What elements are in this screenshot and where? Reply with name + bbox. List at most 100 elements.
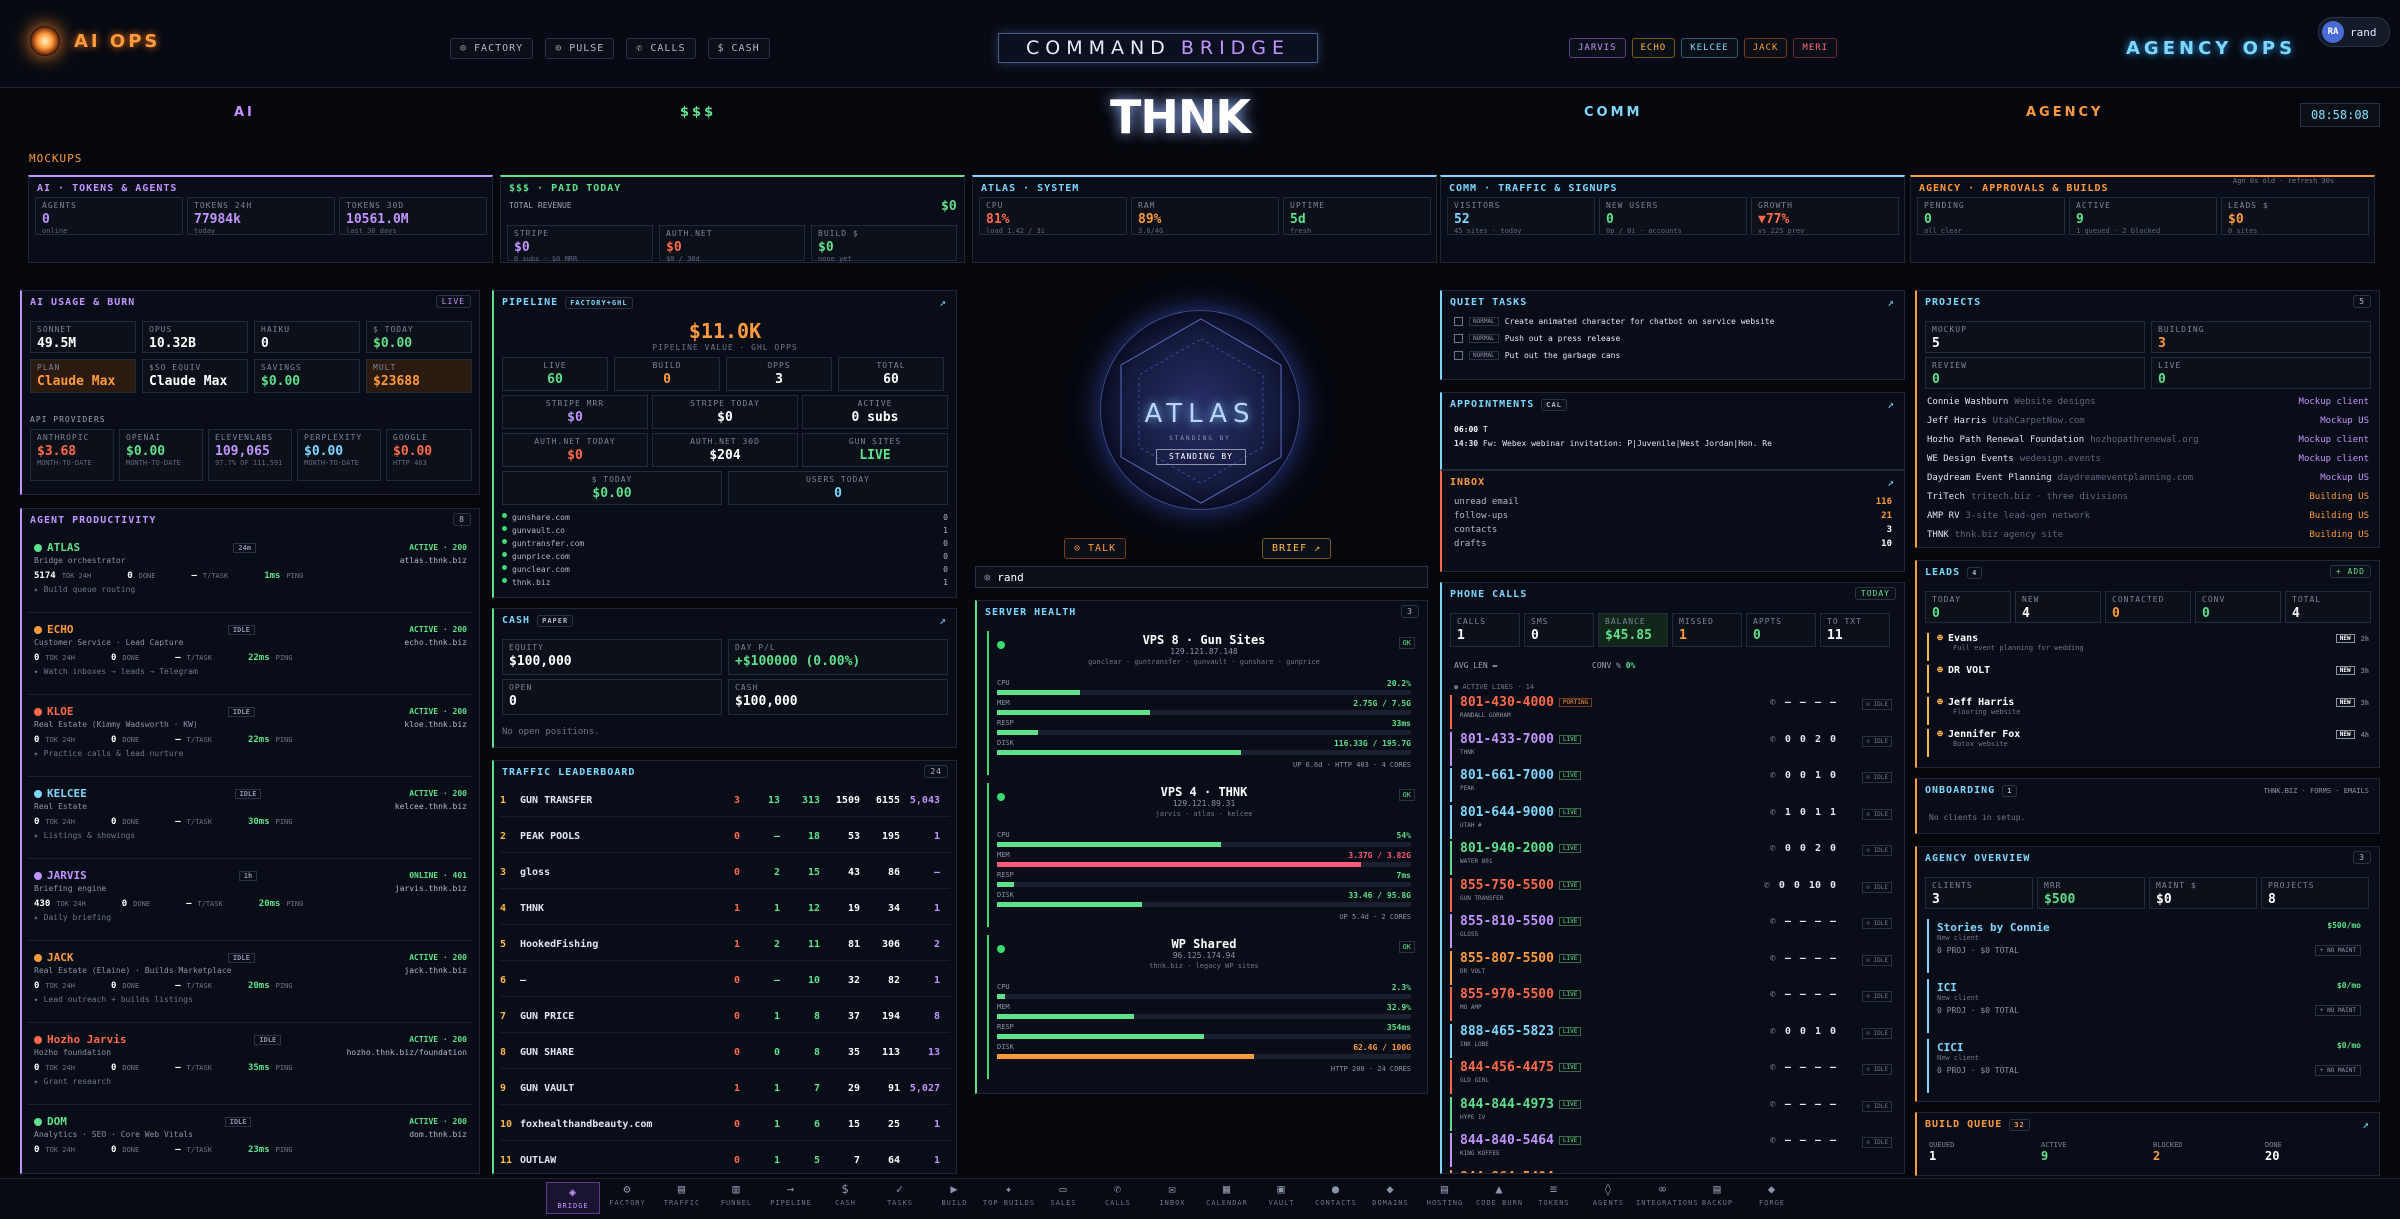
project-item[interactable]: Connie Washburn Website designs Mockup cli… xyxy=(1927,397,2369,407)
bottom-nav-forge[interactable]: ◆ FORGE xyxy=(1745,1182,1799,1207)
phone-line[interactable]: 888-465-5823 LIVE ✆ 0 0 1 0 ⊙ IDLE INK LOBE xyxy=(1450,1023,1896,1058)
add-lead-button[interactable]: + ADD xyxy=(2329,565,2371,578)
checkbox-icon[interactable] xyxy=(1454,334,1463,343)
bottom-nav-sales[interactable]: ▭ SALES xyxy=(1037,1182,1091,1207)
client-card[interactable]: CICI $0/mo New client 0 PROJ · $0 TOTAL + NO… xyxy=(1927,1039,2369,1093)
projects-count[interactable]: 5 xyxy=(2353,295,2371,308)
project-item[interactable]: TriTech tritech.biz · three divisions Buil… xyxy=(1927,492,2369,502)
bottom-nav-contacts[interactable]: ● CONTACTS xyxy=(1309,1182,1363,1207)
no-maint-button[interactable]: + NO MAINT xyxy=(2314,945,2361,956)
talk-button[interactable]: ⊙ TALK xyxy=(1064,538,1127,559)
phone-line[interactable]: 844-840-5464 LIVE ✆ — — — — ⊙ IDLE KING KOFFEE xyxy=(1450,1133,1896,1167)
host-card[interactable]: VPS 4 · THNK 129.121.89.31 jarvis · atlas … xyxy=(987,783,1419,927)
agent-url[interactable]: jarvis.thnk.biz xyxy=(395,884,467,893)
agent-count[interactable]: 8 xyxy=(453,513,471,526)
phone-line[interactable]: 855-807-5500 LIVE ✆ — — — — ⊙ IDLE DR VOLT xyxy=(1450,950,1896,985)
client-card[interactable]: Stories by Connie $500/mo New client 0 PROJ… xyxy=(1927,919,2369,973)
no-maint-button[interactable]: + NO MAINT xyxy=(2314,1005,2361,1016)
cash-tag[interactable]: PAPER xyxy=(537,615,574,627)
phone-line[interactable]: 855-750-5500 LIVE ✆ 0 0 10 0 ⊙ IDLE GUN TRANSFER xyxy=(1450,877,1896,912)
atlas-status-button[interactable]: STANDING BY xyxy=(1156,449,1246,465)
checkbox-icon[interactable] xyxy=(1454,317,1463,326)
phone-line[interactable]: 855-970-5500 LIVE ✆ — — — — ⊙ IDLE MO AMP xyxy=(1450,987,1896,1021)
bottom-nav-backup[interactable]: ▤ BACKUP xyxy=(1691,1182,1745,1207)
phone-line[interactable]: 801-430-4000 PORTING ✆ — — — — ⊙ IDLE RANDALL GO… xyxy=(1450,695,1896,729)
expand-icon[interactable]: ↗ xyxy=(939,614,946,627)
expand-icon[interactable]: ↗ xyxy=(2362,1118,2369,1131)
leaderboard-row[interactable]: 10 foxhealthandbeauty.com 0 1 6 15 25 1 xyxy=(500,1109,950,1141)
bottom-nav-build[interactable]: ▶ BUILD xyxy=(928,1182,982,1207)
brand[interactable]: AI OPS xyxy=(30,26,160,56)
agent-meri[interactable]: MERI xyxy=(1793,38,1838,58)
nav-calls[interactable]: ✆ CALLS xyxy=(626,38,696,59)
agent-echo[interactable]: ECHO xyxy=(1631,38,1676,58)
agent-card[interactable]: DOM IDLE ACTIVE · 200 Analytics · SEO · Cor… xyxy=(28,1111,473,1173)
agent-jack[interactable]: JACK xyxy=(1743,38,1788,58)
site-row[interactable]: gunshare.com 0 xyxy=(502,513,948,522)
client-card[interactable]: ICI $0/mo New client 0 PROJ · $0 TOTAL + NO … xyxy=(1927,979,2369,1033)
project-item[interactable]: Hozho Path Renewal Foundation hozhopathre… xyxy=(1927,435,2369,445)
phone-line[interactable]: 801-433-7000 LIVE ✆ 0 0 2 0 ⊙ IDLE THNK xyxy=(1450,731,1896,766)
cal-tag[interactable]: CAL xyxy=(1541,399,1567,411)
lead-item[interactable]: ☻ Evans NEW 2h Full event planning for weddi… xyxy=(1927,633,2369,661)
site-row[interactable]: thnk.biz 1 xyxy=(502,578,948,587)
agency-ops-title[interactable]: AGENCY OPS xyxy=(2126,38,2296,59)
inbox-row[interactable]: contacts 3 xyxy=(1454,525,1892,535)
lead-item[interactable]: ☻ DR VOLT NEW 3h xyxy=(1927,665,2369,693)
bottom-nav-calls[interactable]: ✆ CALLS xyxy=(1091,1182,1145,1207)
atlas-chat-input[interactable]: ⊗ rand xyxy=(975,566,1428,588)
agent-url[interactable]: jack.thnk.biz xyxy=(404,966,467,975)
expand-icon[interactable]: ↗ xyxy=(1887,398,1894,411)
lead-item[interactable]: ☻ Jennifer Fox NEW 4h Botox website xyxy=(1927,729,2369,757)
leaderboard-row[interactable]: 5 HookedFishing 1 2 11 81 306 2 xyxy=(500,929,950,961)
bottom-nav-calendar[interactable]: ▦ CALENDAR xyxy=(1200,1182,1254,1207)
phone-line[interactable]: 844-456-4475 LIVE ✆ — — — — ⊙ IDLE GLD GIRL xyxy=(1450,1060,1896,1094)
agent-url[interactable]: kloe.thnk.biz xyxy=(404,720,467,729)
phone-line[interactable]: 844-864-5404 LIVE ✆ — — — — ⊙ IDLE xyxy=(1450,1169,1896,1173)
brief-button[interactable]: BRIEF ↗ xyxy=(1262,538,1332,559)
leaderboard-row[interactable]: 4 THNK 1 1 12 19 34 1 xyxy=(500,893,950,925)
bottom-nav-tokens[interactable]: ≡ TOKENS xyxy=(1527,1182,1581,1207)
agency-count[interactable]: 3 xyxy=(2353,851,2371,864)
phone-line[interactable]: 801-940-2000 LIVE ✆ 0 0 2 0 ⊙ IDLE WATER 801 xyxy=(1450,841,1896,875)
bottom-nav-inbox[interactable]: ✉ INBOX xyxy=(1146,1182,1200,1207)
mockups-label[interactable]: MOCKUPS xyxy=(29,152,82,165)
project-item[interactable]: WE Design Events wedesign.events Mockup cl… xyxy=(1927,454,2369,464)
user-menu[interactable]: RA rand xyxy=(2318,17,2390,47)
leaderboard-row[interactable]: 9 GUN VAULT 1 1 7 29 91 5,027 xyxy=(500,1073,950,1105)
project-item[interactable]: Daydream Event Planning daydreameventplan… xyxy=(1927,473,2369,483)
bottom-nav-traffic[interactable]: ▤ TRAFFIC xyxy=(655,1182,709,1207)
nav-factory[interactable]: ⊙ FACTORY xyxy=(450,38,534,59)
inbox-row[interactable]: follow-ups 21 xyxy=(1454,511,1892,521)
bottom-nav-integrations[interactable]: ∞ INTEGRATIONS xyxy=(1636,1182,1698,1207)
inbox-row[interactable]: unread email 116 xyxy=(1454,497,1892,507)
inbox-row[interactable]: drafts 10 xyxy=(1454,539,1892,549)
project-item[interactable]: AMP RV 3-site lead-gen network Building US xyxy=(1927,511,2369,521)
host-card[interactable]: WP Shared 96.125.174.94 thnk.biz · legacy … xyxy=(987,935,1419,1079)
pipeline-tag[interactable]: FACTORY+GHL xyxy=(565,297,633,309)
leaderboard-row[interactable]: 1 GUN TRANSFER 3 13 313 1509 6155 5,043 xyxy=(500,785,950,817)
leaderboard-row[interactable]: 11 OUTLAW 0 1 5 7 64 1 xyxy=(500,1145,950,1173)
expand-icon[interactable]: ↗ xyxy=(1887,296,1894,309)
checkbox-icon[interactable] xyxy=(1454,351,1463,360)
bottom-nav-pipeline[interactable]: → PIPELINE xyxy=(764,1182,818,1207)
bottom-nav-top-builds[interactable]: ✦ TOP BUILDS xyxy=(982,1182,1036,1207)
server-count[interactable]: 3 xyxy=(1401,605,1419,618)
expand-icon[interactable]: ↗ xyxy=(1887,476,1894,489)
bottom-nav-bridge[interactable]: ◈ BRIDGE xyxy=(546,1182,600,1214)
phone-line[interactable]: 801-644-9000 LIVE ✆ 1 0 1 1 ⊙ IDLE UTAH # xyxy=(1450,804,1896,839)
agent-jarvis[interactable]: JARVIS xyxy=(1569,38,1626,58)
atlas-orb[interactable]: ATLAS STANDING BY STANDING BY xyxy=(1100,310,1300,510)
project-item[interactable]: THNK thnk.biz agency site Building US xyxy=(1927,530,2369,540)
phone-line[interactable]: 844-844-4973 LIVE ✆ — — — — ⊙ IDLE HYPE IV xyxy=(1450,1096,1896,1131)
leaderboard-row[interactable]: 3 gloss 0 2 15 43 86 — xyxy=(500,857,950,889)
site-row[interactable]: gunclear.com 0 xyxy=(502,565,948,574)
phone-line[interactable]: 855-810-5500 LIVE ✆ — — — — ⊙ IDLE GLOSS xyxy=(1450,914,1896,948)
expand-icon[interactable]: ↗ xyxy=(939,296,946,309)
phone-line[interactable]: 801-661-7000 LIVE ✆ 0 0 1 0 ⊙ IDLE PEAK xyxy=(1450,768,1896,802)
agent-card[interactable]: KLOE IDLE ACTIVE · 200 Real Estate (Kimmy W… xyxy=(28,701,473,777)
today-button[interactable]: TODAY xyxy=(1854,587,1896,600)
appt-desc[interactable]: Fw: Webex webinar invitation: P|Juvenile… xyxy=(1483,439,1772,448)
agent-card[interactable]: JACK IDLE ACTIVE · 200 Real Estate (Elaine)… xyxy=(28,947,473,1023)
agent-kelcee[interactable]: KELCEE xyxy=(1681,38,1738,58)
